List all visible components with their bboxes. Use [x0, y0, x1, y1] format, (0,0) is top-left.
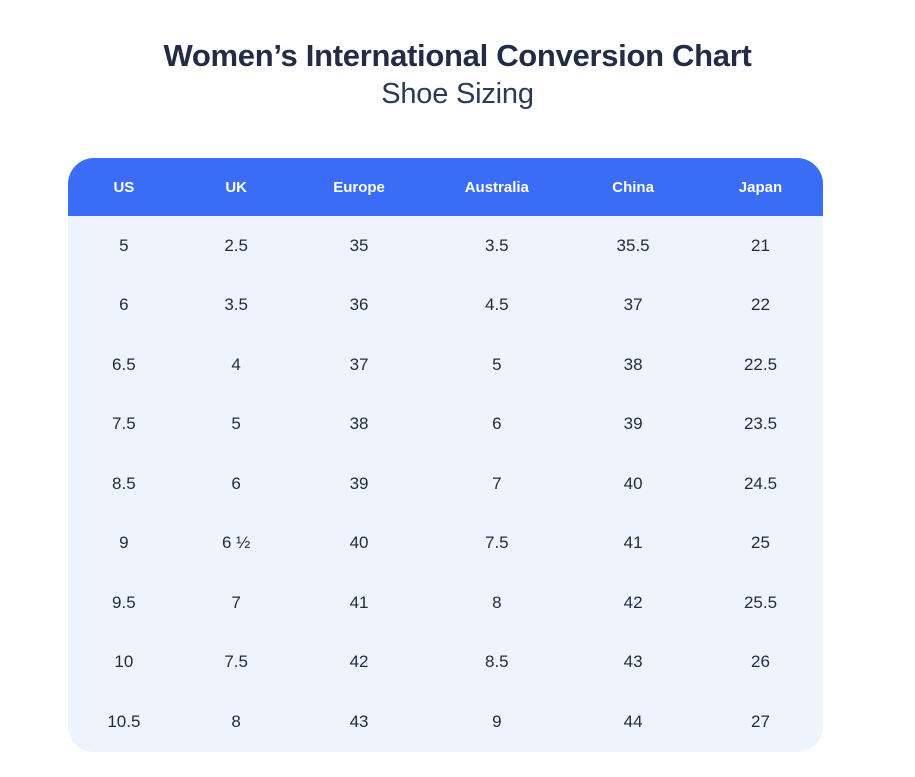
- table-body: 52.5353.535.52163.5364.537226.543753822.…: [68, 216, 823, 752]
- column-header-us: US: [68, 179, 180, 196]
- table-cell: 43: [293, 712, 426, 732]
- table-cell: 6 ½: [180, 533, 293, 553]
- table-cell: 3.5: [425, 236, 568, 256]
- table-cell: 35.5: [568, 236, 698, 256]
- page-subtitle: Shoe Sizing: [0, 78, 915, 111]
- table-cell: 8: [180, 712, 293, 732]
- table-cell: 2.5: [180, 236, 293, 256]
- table-cell: 39: [568, 414, 698, 434]
- table-cell: 6: [180, 474, 293, 494]
- table-cell: 37: [293, 355, 426, 375]
- table-cell: 6.5: [68, 355, 180, 375]
- table-cell: 5: [425, 355, 568, 375]
- table-row: 10.584394427: [68, 692, 823, 752]
- table-row: 52.5353.535.521: [68, 216, 823, 276]
- table-cell: 8: [425, 593, 568, 613]
- table-row: 6.543753822.5: [68, 335, 823, 395]
- table-cell: 22: [698, 295, 823, 315]
- table-cell: 9: [68, 533, 180, 553]
- column-header-europe: Europe: [293, 179, 426, 196]
- table-cell: 23.5: [698, 414, 823, 434]
- table-cell: 10: [68, 652, 180, 672]
- table-cell: 4: [180, 355, 293, 375]
- table-cell: 37: [568, 295, 698, 315]
- table-cell: 42: [568, 593, 698, 613]
- table-row: 96 ½407.54125: [68, 514, 823, 574]
- table-row: 7.553863923.5: [68, 395, 823, 455]
- table-cell: 27: [698, 712, 823, 732]
- table-row: 8.563974024.5: [68, 454, 823, 514]
- conversion-table: USUKEuropeAustraliaChinaJapan 52.5353.53…: [68, 158, 823, 752]
- table-row: 107.5428.54326: [68, 633, 823, 693]
- table-cell: 41: [568, 533, 698, 553]
- table-cell: 8.5: [425, 652, 568, 672]
- table-cell: 25.5: [698, 593, 823, 613]
- table-cell: 4.5: [425, 295, 568, 315]
- table-cell: 39: [293, 474, 426, 494]
- table-cell: 5: [180, 414, 293, 434]
- table-cell: 21: [698, 236, 823, 256]
- table-cell: 8.5: [68, 474, 180, 494]
- table-cell: 22.5: [698, 355, 823, 375]
- column-header-uk: UK: [180, 179, 293, 196]
- column-header-china: China: [568, 179, 698, 196]
- table-cell: 25: [698, 533, 823, 553]
- table-cell: 42: [293, 652, 426, 672]
- table-cell: 5: [68, 236, 180, 256]
- table-cell: 7.5: [180, 652, 293, 672]
- table-cell: 35: [293, 236, 426, 256]
- table-cell: 40: [568, 474, 698, 494]
- table-cell: 40: [293, 533, 426, 553]
- table-cell: 7: [425, 474, 568, 494]
- table-row: 9.574184225.5: [68, 573, 823, 633]
- page-title: Women’s International Conversion Chart: [0, 38, 915, 74]
- column-header-japan: Japan: [698, 179, 823, 196]
- table-cell: 6: [68, 295, 180, 315]
- table-cell: 10.5: [68, 712, 180, 732]
- table-cell: 7.5: [425, 533, 568, 553]
- table-cell: 7.5: [68, 414, 180, 434]
- table-cell: 3.5: [180, 295, 293, 315]
- table-cell: 41: [293, 593, 426, 613]
- table-row: 63.5364.53722: [68, 276, 823, 336]
- column-header-australia: Australia: [425, 179, 568, 196]
- table-cell: 7: [180, 593, 293, 613]
- table-cell: 24.5: [698, 474, 823, 494]
- table-cell: 26: [698, 652, 823, 672]
- table-header-row: USUKEuropeAustraliaChinaJapan: [68, 158, 823, 216]
- table-cell: 44: [568, 712, 698, 732]
- table-cell: 38: [293, 414, 426, 434]
- table-cell: 9.5: [68, 593, 180, 613]
- table-cell: 36: [293, 295, 426, 315]
- table-cell: 6: [425, 414, 568, 434]
- table-cell: 9: [425, 712, 568, 732]
- table-cell: 38: [568, 355, 698, 375]
- table-cell: 43: [568, 652, 698, 672]
